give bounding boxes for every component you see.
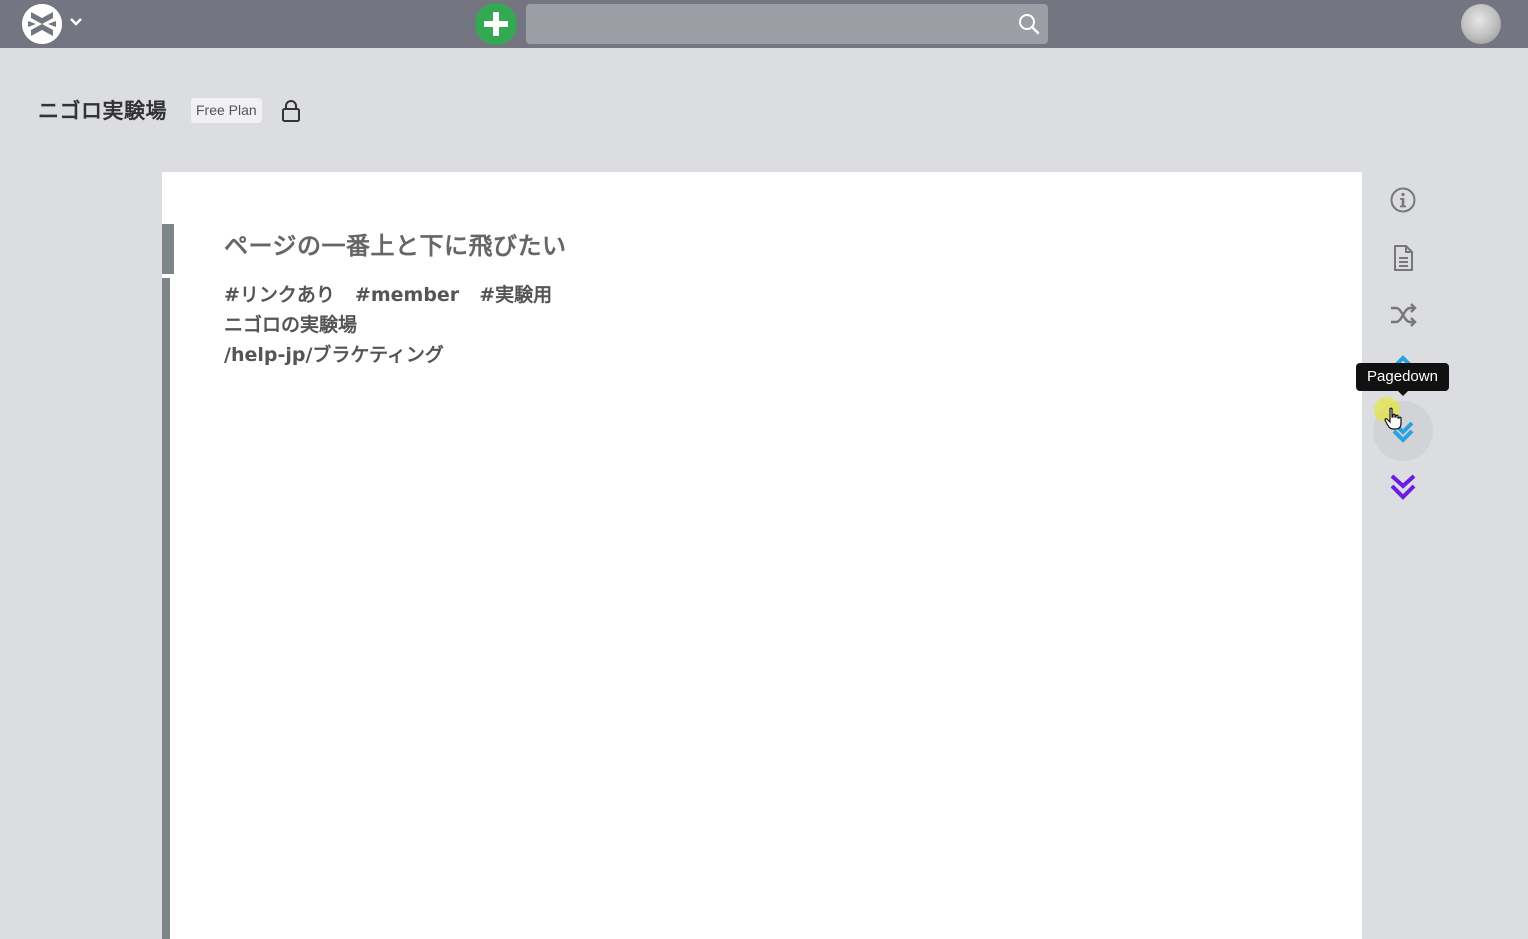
search-input[interactable] (526, 4, 1020, 44)
tooltip: Pagedown (1356, 363, 1449, 391)
shuffle-icon[interactable] (1387, 299, 1419, 331)
body-line-indicator (162, 278, 170, 939)
page-editor[interactable]: ページの一番上と下に飛びたい #リンクあり #member #実験用 ニゴロの実験場… (162, 172, 1362, 939)
document-icon[interactable] (1387, 242, 1419, 274)
plan-badge: Free Plan (191, 98, 262, 123)
chevron-down-icon[interactable] (68, 14, 84, 30)
tag-link[interactable]: #リンクあり (224, 284, 335, 306)
page-link[interactable]: /help-jp/ブラケティング (224, 340, 444, 367)
lock-icon (280, 99, 302, 123)
page-title[interactable]: ページの一番上と下に飛びたい (224, 226, 567, 261)
hand-cursor-icon (1384, 407, 1404, 431)
user-avatar[interactable] (1461, 4, 1501, 44)
search-bar (526, 4, 1048, 44)
page-link[interactable]: ニゴロの実験場 (224, 310, 357, 337)
new-page-button[interactable] (475, 3, 517, 45)
tag-link[interactable]: #member (355, 284, 459, 306)
project-title[interactable]: ニゴロ実験場 (38, 95, 167, 125)
double-chevron-down-icon[interactable] (1387, 471, 1419, 503)
tag-link[interactable]: #実験用 (479, 284, 552, 306)
tag-line: #リンクあり #member #実験用 (224, 280, 572, 307)
info-icon[interactable] (1387, 184, 1419, 216)
title-line-indicator (162, 224, 174, 274)
tooltip-arrow (1397, 390, 1409, 396)
search-icon[interactable] (1018, 13, 1040, 35)
top-navbar (0, 0, 1528, 48)
brand-logo-icon[interactable] (22, 4, 62, 44)
